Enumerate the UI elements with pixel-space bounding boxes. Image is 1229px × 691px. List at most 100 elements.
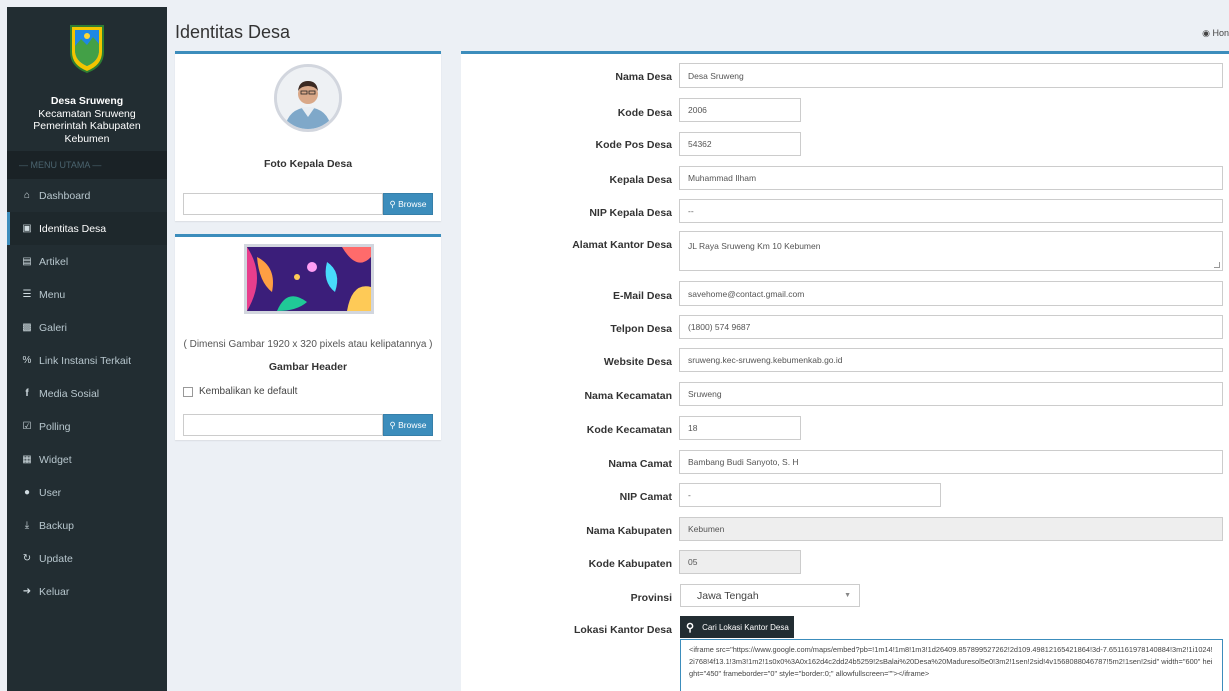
logo-wrap [7, 7, 167, 89]
alamat-label: Alamat Kantor Desa [572, 239, 672, 251]
kode-kecamatan-input[interactable]: 18 [679, 416, 801, 440]
image-icon: ▩ [22, 322, 32, 333]
kepala-desa-avatar [274, 64, 342, 132]
sidebar-item-widget[interactable]: ▦ Widget [7, 443, 167, 476]
org-kabupaten: Pemerintah Kabupaten Kebumen [33, 120, 141, 145]
photo-browse-label: Browse [398, 199, 427, 209]
nip-kepala-input[interactable]: -- [679, 199, 1223, 223]
sidebar-item-identitas-desa[interactable]: ▣ Identitas Desa [7, 212, 167, 245]
sidebar-item-update[interactable]: ↻ Update [7, 542, 167, 575]
website-label: Website Desa [603, 356, 672, 368]
org-info: Desa Sruweng Kecamatan Sruweng Pemerinta… [7, 89, 167, 149]
search-icon: ⚲ [389, 419, 399, 430]
breadcrumb[interactable]: ◉ Hon [1202, 28, 1229, 39]
alamat-value: JL Raya Sruweng Km 10 Kebumen [688, 241, 821, 251]
nama-desa-input[interactable]: Desa Sruweng [679, 63, 1223, 88]
email-input[interactable]: savehome@contact.gmail.com [679, 281, 1223, 306]
header-file-input[interactable] [183, 414, 383, 436]
photo-browse-button[interactable]: ⚲ Browse [383, 193, 433, 215]
file-icon: ▤ [22, 256, 32, 267]
sidebar-item-artikel[interactable]: ▤ Artikel [7, 245, 167, 278]
sidebar-item-label: Polling [39, 420, 71, 433]
kode-kecamatan-label: Kode Kecamatan [586, 424, 672, 436]
sidebar-item-label: Media Sosial [39, 387, 100, 400]
sidebar-item-label: Dashboard [39, 189, 91, 202]
nip-camat-label: NIP Camat [619, 491, 672, 503]
sidebar-item-label: Menu [39, 288, 66, 301]
identitas-form: Nama Desa Desa Sruweng Kode Desa 2006 Ko… [461, 51, 1229, 691]
sidebar-item-label: User [39, 486, 62, 499]
header-image-preview [244, 244, 374, 314]
kepala-desa-label: Kepala Desa [609, 174, 672, 186]
header-browse-button[interactable]: ⚲ Browse [383, 414, 433, 436]
sidebar-item-label: Update [39, 552, 73, 565]
nama-kecamatan-input[interactable]: Sruweng [679, 382, 1223, 406]
grid-icon: ▦ [22, 454, 32, 465]
telpon-input[interactable]: (1800) 574 9687 [679, 315, 1223, 339]
cari-lokasi-button[interactable]: ⚲ Cari Lokasi Kantor Desa [680, 616, 794, 638]
sidebar-item-backup[interactable]: ⤓ Backup [7, 509, 167, 542]
nip-kepala-label: NIP Kepala Desa [589, 207, 672, 219]
sidebar-item-galeri[interactable]: ▩ Galeri [7, 311, 167, 344]
home-icon: ⌂ [23, 190, 31, 201]
nama-desa-label: Nama Desa [615, 71, 672, 83]
nama-kabupaten-label: Nama Kabupaten [586, 525, 672, 537]
sidebar-item-menu[interactable]: ☰ Menu [7, 278, 167, 311]
breadcrumb-home[interactable]: Hon [1212, 28, 1229, 38]
refresh-icon: ↻ [22, 553, 32, 564]
check-square-icon: ☑ [22, 421, 32, 432]
provinsi-label: Provinsi [630, 592, 672, 604]
sidebar-item-polling[interactable]: ☑ Polling [7, 410, 167, 443]
sidebar-item-label: Keluar [39, 585, 70, 598]
sign-out-icon: ➜ [22, 586, 32, 597]
cari-lokasi-label: Cari Lokasi Kantor Desa [702, 622, 789, 632]
email-label: E-Mail Desa [613, 290, 672, 302]
kebumen-logo [70, 25, 104, 74]
org-name: Desa Sruweng [50, 95, 124, 107]
provinsi-value: Jawa Tengah [697, 589, 759, 602]
kode-kabupaten-label: Kode Kabupaten [588, 558, 672, 570]
header-image-box: ( Dimensi Gambar 1920 x 320 pixels atau … [175, 234, 441, 440]
menu-header: — MENU UTAMA — [7, 151, 167, 179]
dimension-note: ( Dimensi Gambar 1920 x 320 pixels atau … [183, 339, 433, 350]
download-icon: ⤓ [24, 520, 30, 531]
telpon-label: Telpon Desa [610, 323, 672, 335]
kepala-desa-input[interactable]: Muhammad Ilham [679, 166, 1223, 190]
dashboard-icon: ◉ [1202, 28, 1213, 38]
kode-desa-input[interactable]: 2006 [679, 98, 801, 122]
org-kecamatan: Kecamatan Sruweng [38, 107, 136, 120]
sidebar-item-label: Identitas Desa [39, 222, 107, 235]
photo-file-input[interactable] [183, 193, 383, 215]
lokasi-embed-textarea[interactable]: <iframe src="https://www.google.com/maps… [680, 639, 1223, 691]
nama-camat-input[interactable]: Bambang Budi Sanyoto, S. H [679, 450, 1223, 474]
sidebar-item-label: Widget [39, 453, 72, 466]
sidebar-item-user[interactable]: ● User [7, 476, 167, 509]
kepala-desa-photo-box: Foto Kepala Desa ⚲ Browse [175, 51, 441, 221]
sidebar-item-link-instansi[interactable]: % Link Instansi Terkait [7, 344, 167, 377]
nama-kecamatan-label: Nama Kecamatan [584, 390, 672, 402]
nip-camat-input[interactable]: - [679, 483, 941, 507]
sidebar-item-dashboard[interactable]: ⌂ Dashboard [7, 179, 167, 212]
reset-default-row[interactable]: Kembalikan ke default [183, 386, 297, 397]
search-icon: ⚲ [389, 198, 399, 209]
kode-desa-label: Kode Desa [617, 107, 672, 119]
lokasi-label: Lokasi Kantor Desa [573, 624, 672, 636]
sidebar-item-media-sosial[interactable]: f Media Sosial [7, 377, 167, 410]
resize-grip-icon[interactable] [1214, 262, 1220, 268]
bars-icon: ☰ [22, 289, 32, 300]
user-icon: ● [23, 487, 31, 498]
kode-kabupaten-input: 05 [679, 550, 801, 574]
website-input[interactable]: sruweng.kec-sruweng.kebumenkab.go.id [679, 348, 1223, 372]
photo-file-row: ⚲ Browse [183, 193, 433, 215]
reset-default-label: Kembalikan ke default [199, 386, 298, 397]
id-card-icon: ▣ [22, 223, 32, 234]
alamat-textarea[interactable]: JL Raya Sruweng Km 10 Kebumen [679, 231, 1223, 271]
sidebar: Desa Sruweng Kecamatan Sruweng Pemerinta… [7, 7, 167, 691]
chevron-down-icon: ▼ [844, 592, 851, 599]
sidebar-item-keluar[interactable]: ➜ Keluar [7, 575, 167, 608]
reset-default-checkbox[interactable] [183, 386, 193, 397]
sidebar-item-label: Artikel [39, 255, 69, 268]
kode-pos-input[interactable]: 54362 [679, 132, 801, 156]
provinsi-select[interactable]: Jawa Tengah ▼ [680, 584, 860, 607]
kode-pos-label: Kode Pos Desa [595, 139, 672, 151]
